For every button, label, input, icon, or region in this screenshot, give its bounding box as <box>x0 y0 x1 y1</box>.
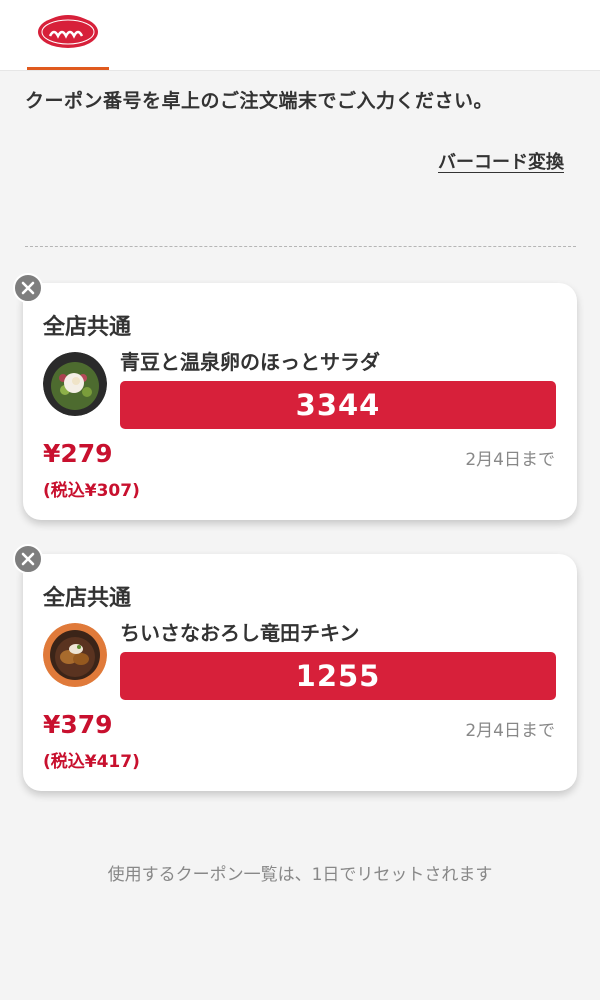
divider <box>25 246 576 247</box>
coupon-scope: 全店共通 <box>43 586 132 611</box>
brand-logo[interactable] <box>36 10 100 50</box>
coupon-code: 3344 <box>120 381 556 429</box>
instruction-text: クーポン番号を卓上のご注文端末でご入力ください。 <box>25 90 494 112</box>
coupon-code: 1255 <box>120 652 556 700</box>
close-icon[interactable] <box>13 544 43 574</box>
coupon-card: 全店共通 ちいさなおろし竜田チキン 1255 ¥379 (税込¥417) 2月4… <box>13 544 577 791</box>
chicken-photo-icon <box>43 623 107 687</box>
reset-notice: 使用するクーポン一覧は、1日でリセットされます <box>107 865 493 885</box>
tab-indicator <box>27 67 109 70</box>
coupon-tax-price: (税込¥307) <box>43 481 140 501</box>
barcode-convert-link[interactable]: バーコード変換 <box>438 148 564 174</box>
close-icon[interactable] <box>13 273 43 303</box>
coupon-price: ¥379 <box>43 710 113 739</box>
coupon-scope: 全店共通 <box>43 315 132 340</box>
app-header <box>0 0 600 71</box>
salad-photo-icon <box>43 352 107 416</box>
coupon-price: ¥279 <box>43 439 113 468</box>
coupon-item-name: 青豆と温泉卵のほっとサラダ <box>120 350 380 374</box>
coupon-tax-price: (税込¥417) <box>43 752 140 772</box>
coupon-expiry: 2月4日まで <box>465 450 555 470</box>
coupon-expiry: 2月4日まで <box>465 721 555 741</box>
coupon-card: 全店共通 青豆と温泉卵のほっとサラダ 3344 ¥279 (税込¥307) 2月… <box>13 273 577 520</box>
coupon-item-name: ちいさなおろし竜田チキン <box>120 621 360 645</box>
